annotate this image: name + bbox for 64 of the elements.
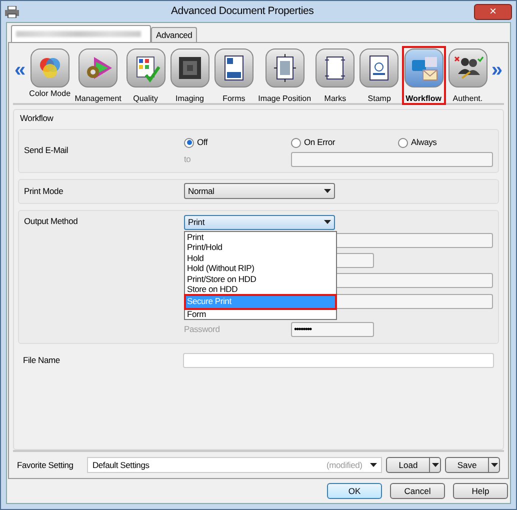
next-button[interactable]: » — [490, 60, 504, 80]
field-label: Favorite Setting — [17, 458, 74, 472]
radio-option[interactable]: Off — [184, 134, 291, 152]
dropdown-arrow-icon — [324, 189, 331, 194]
previous-button[interactable]: « — [13, 60, 27, 80]
dropdown-option[interactable]: Print/Store on HDD — [185, 274, 336, 284]
print-mode-dropdown[interactable]: Normal — [184, 183, 335, 200]
output-method-dropdown[interactable]: Print — [184, 214, 335, 230]
dropdown-option[interactable]: Store on HDD — [185, 284, 336, 295]
document-position-icon — [264, 48, 305, 88]
radio-button[interactable] — [291, 138, 301, 148]
window-title: Advanced Document Properties — [171, 4, 314, 19]
input-field[interactable]: •••••••• — [291, 322, 374, 337]
dropdown-option[interactable]: Print — [185, 232, 336, 242]
dropdown-option[interactable]: Hold — [185, 252, 336, 264]
dropdown-option[interactable]: Form — [185, 308, 336, 320]
dropdown-option[interactable]: Hold (Without RIP) — [185, 263, 336, 274]
dark-square-icon — [170, 48, 210, 88]
category-tab[interactable]: Management — [72, 46, 124, 105]
dropdown-arrow-icon — [370, 463, 378, 467]
dropdown-arrow-icon — [432, 463, 439, 467]
group-title: Workflow — [19, 112, 54, 125]
split-button[interactable]: Save — [445, 457, 500, 473]
printer-icon — [5, 6, 19, 18]
dialog-button[interactable]: Help — [453, 483, 508, 499]
category-tab[interactable]: Image Position — [256, 46, 314, 105]
printer-envelope-icon — [404, 48, 444, 88]
dialog-button[interactable]: Cancel — [390, 483, 445, 499]
category-tab[interactable]: Forms — [212, 46, 256, 105]
category-tab[interactable]: Marks — [313, 46, 358, 105]
radio-option[interactable]: Always — [398, 134, 437, 152]
document-stamp-icon — [359, 48, 400, 88]
field-label: File Name — [23, 355, 60, 366]
category-tab[interactable]: Imaging — [168, 46, 212, 105]
split-button[interactable]: Load — [386, 457, 442, 473]
form-document-icon — [214, 48, 254, 88]
category-tab[interactable]: Color Mode — [27, 46, 73, 100]
field-label: to — [184, 152, 192, 166]
dropdown-arrow-icon — [490, 463, 498, 467]
radio-button[interactable] — [184, 138, 194, 148]
close-button[interactable]: × — [474, 4, 512, 20]
category-tab[interactable]: Workflow — [402, 46, 446, 105]
email-field[interactable] — [291, 152, 493, 167]
field-label: Password — [184, 324, 220, 334]
people-icon — [448, 48, 488, 88]
file-name-field[interactable] — [183, 353, 494, 368]
dialog-button[interactable]: OK — [327, 483, 382, 499]
document-marks-icon — [315, 48, 356, 88]
tab[interactable] — [11, 25, 151, 42]
field-label: Print Mode — [24, 186, 64, 196]
category-tab[interactable]: Authent. — [446, 46, 490, 105]
favorite-dropdown[interactable]: Default Settings (modified) — [87, 457, 382, 473]
radio-button[interactable] — [398, 138, 408, 148]
category-tab[interactable]: Stamp — [357, 46, 402, 105]
dropdown-option[interactable]: Print/Hold — [185, 242, 336, 253]
category-tab[interactable]: Quality — [124, 46, 168, 105]
field-label: Send E-Mail — [24, 145, 68, 156]
gear-spectrum-icon — [78, 48, 118, 88]
color-grid-check-icon — [126, 48, 166, 88]
tab[interactable]: Advanced — [151, 27, 198, 42]
color-circles-icon — [30, 48, 70, 88]
radio-option[interactable]: On Error — [291, 134, 398, 152]
dropdown-arrow-icon — [324, 220, 331, 224]
field-label: Output Method — [24, 216, 78, 226]
